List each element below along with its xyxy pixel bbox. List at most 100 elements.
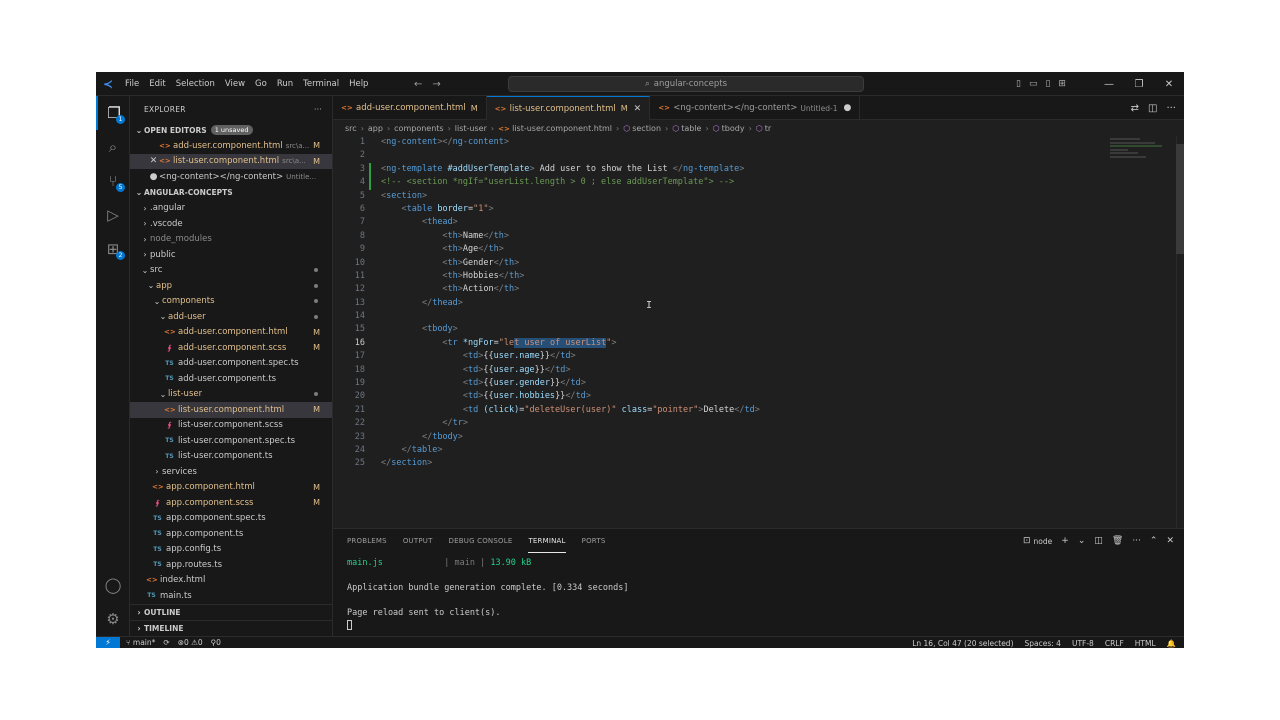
toggle-sidebar-icon[interactable]: ▯ bbox=[1016, 79, 1021, 89]
git-branch[interactable]: ⑂ main* bbox=[126, 638, 155, 647]
breadcrumb-item[interactable]: components bbox=[394, 124, 443, 133]
close-panel-icon[interactable]: ✕ bbox=[1166, 536, 1174, 546]
folder-item[interactable]: ⌄ add-user bbox=[130, 309, 332, 325]
file-item[interactable]: TS list-user.component.spec.ts bbox=[130, 433, 332, 449]
folder-item[interactable]: ⌄ components bbox=[130, 294, 332, 310]
menu-selection[interactable]: Selection bbox=[171, 72, 220, 96]
forward-arrow-icon[interactable]: → bbox=[432, 79, 440, 90]
minimap[interactable] bbox=[1110, 138, 1170, 168]
breadcrumb-item[interactable]: ⬡ tr bbox=[756, 124, 771, 133]
menu-terminal[interactable]: Terminal bbox=[298, 72, 344, 96]
terminal-output[interactable]: main.js | main | 13.90 kB Application bu… bbox=[333, 553, 1184, 636]
folder-item[interactable]: ⌄ list-user bbox=[130, 387, 332, 403]
indentation[interactable]: Spaces: 4 bbox=[1025, 639, 1061, 648]
toggle-panel-icon[interactable]: ▭ bbox=[1029, 79, 1038, 89]
ports-indicator[interactable]: ⚲0 bbox=[211, 638, 221, 647]
open-editors-section[interactable]: ⌄ OPEN EDITORS 1 unsaved bbox=[130, 122, 332, 138]
close-window-button[interactable]: ✕ bbox=[1154, 72, 1184, 96]
restore-button[interactable]: ❐ bbox=[1124, 72, 1154, 96]
file-item[interactable]: TS list-user.component.ts bbox=[130, 449, 332, 465]
file-item[interactable]: ∮ list-user.component.scss bbox=[130, 418, 332, 434]
editor-tab[interactable]: <> list-user.component.html M ✕ bbox=[486, 96, 651, 120]
file-item[interactable]: TS main.ts bbox=[130, 588, 332, 604]
run-debug-icon[interactable]: ▷ bbox=[96, 198, 130, 232]
project-section[interactable]: ⌄ ANGULAR-CONCEPTS bbox=[130, 185, 332, 201]
file-item[interactable]: <> app.component.html M bbox=[130, 480, 332, 496]
split-editor-icon[interactable]: ◫ bbox=[1148, 103, 1157, 114]
search-activity-icon[interactable]: ⌕ bbox=[96, 130, 130, 164]
panel-tab-terminal[interactable]: TERMINAL bbox=[528, 529, 566, 553]
cursor-position[interactable]: Ln 16, Col 47 (20 selected) bbox=[912, 639, 1013, 648]
menu-go[interactable]: Go bbox=[250, 72, 272, 96]
folder-item[interactable]: › .angular bbox=[130, 201, 332, 217]
back-arrow-icon[interactable]: ← bbox=[414, 79, 422, 90]
menu-help[interactable]: Help bbox=[344, 72, 373, 96]
extensions-icon[interactable]: ⊞ 2 bbox=[96, 232, 130, 266]
folder-item[interactable]: › node_modules bbox=[130, 232, 332, 248]
minimize-button[interactable]: — bbox=[1094, 72, 1124, 96]
file-item[interactable]: <> add-user.component.html M bbox=[130, 325, 332, 341]
command-center-search[interactable]: ⌕ angular-concepts bbox=[508, 76, 864, 92]
panel-tab-output[interactable]: OUTPUT bbox=[403, 529, 433, 553]
open-editor-item[interactable]: <> add-user.component.html src\a... M bbox=[130, 138, 332, 154]
editor-tab[interactable]: <> <ng-content></ng-content> Untitled-1 ● bbox=[650, 96, 861, 120]
notifications-bell-icon[interactable]: 🔔 bbox=[1167, 639, 1176, 648]
customize-layout-icon[interactable]: ⊞ bbox=[1058, 79, 1066, 89]
remote-indicator-icon[interactable]: ⚡ bbox=[96, 636, 120, 648]
new-terminal-icon[interactable]: + bbox=[1061, 536, 1069, 546]
sync-icon[interactable]: ⟳ bbox=[163, 638, 169, 647]
file-item[interactable]: ∮ app.component.scss M bbox=[130, 495, 332, 511]
file-item[interactable]: TS add-user.component.ts bbox=[130, 371, 332, 387]
terminal-dropdown-icon[interactable]: ⌄ bbox=[1078, 536, 1086, 546]
breadcrumb-item[interactable]: ⬡ section bbox=[623, 124, 661, 133]
editor-scrollbar[interactable] bbox=[1176, 136, 1184, 528]
open-editor-item[interactable]: ✕ <> list-user.component.html src\a... M bbox=[130, 153, 332, 169]
breadcrumb-item[interactable]: src bbox=[345, 124, 357, 133]
file-item[interactable]: TS add-user.component.spec.ts bbox=[130, 356, 332, 372]
manage-gear-icon[interactable]: ⚙ bbox=[96, 602, 130, 636]
kill-terminal-icon[interactable]: 🗑 bbox=[1112, 536, 1123, 546]
file-item[interactable]: TS app.routes.ts bbox=[130, 557, 332, 573]
folder-item[interactable]: ⌄ app bbox=[130, 278, 332, 294]
menu-run[interactable]: Run bbox=[272, 72, 298, 96]
maximize-panel-icon[interactable]: ⌃ bbox=[1150, 536, 1158, 546]
terminal-instance-icon[interactable]: ⊡ bbox=[1023, 536, 1031, 546]
editor-scroll-thumb[interactable] bbox=[1176, 144, 1184, 254]
terminal-instance-name[interactable]: node bbox=[1034, 537, 1053, 546]
open-editor-item[interactable]: ● <ng-content></ng-content> Untitle... bbox=[130, 169, 332, 185]
folder-item[interactable]: › services bbox=[130, 464, 332, 480]
timeline-section[interactable]: › TIMELINE bbox=[130, 620, 332, 636]
folder-item[interactable]: ⌄ src bbox=[130, 263, 332, 279]
editor-tab[interactable]: <> add-user.component.html M bbox=[333, 96, 487, 120]
encoding[interactable]: UTF-8 bbox=[1072, 639, 1094, 648]
breadcrumb-item[interactable]: <> list-user.component.html bbox=[498, 124, 612, 133]
more-actions-icon[interactable]: ··· bbox=[1166, 103, 1176, 114]
problems-indicator[interactable]: ⊗0 ⚠0 bbox=[178, 638, 203, 647]
compare-changes-icon[interactable]: ⇄ bbox=[1131, 103, 1139, 114]
file-item[interactable]: TS app.component.spec.ts bbox=[130, 511, 332, 527]
panel-tab-debug-console[interactable]: DEBUG CONSOLE bbox=[449, 529, 513, 553]
file-item[interactable]: TS app.component.ts bbox=[130, 526, 332, 542]
code-editor[interactable]: 1 <ng-content></ng-content> 2 3 <ng-template… bbox=[333, 136, 1184, 528]
file-item[interactable]: <> list-user.component.html M bbox=[130, 402, 332, 418]
close-editor-icon[interactable]: ✕ bbox=[148, 156, 159, 166]
file-item[interactable]: <> index.html bbox=[130, 573, 332, 589]
line-endings[interactable]: CRLF bbox=[1105, 639, 1124, 648]
menu-file[interactable]: File bbox=[120, 72, 144, 96]
close-tab-icon[interactable]: ✕ bbox=[634, 104, 642, 114]
folder-item[interactable]: › .vscode bbox=[130, 216, 332, 232]
menu-edit[interactable]: Edit bbox=[144, 72, 170, 96]
panel-more-icon[interactable]: ··· bbox=[1132, 536, 1141, 546]
file-item[interactable]: ∮ add-user.component.scss M bbox=[130, 340, 332, 356]
language-mode[interactable]: HTML bbox=[1135, 639, 1156, 648]
folder-item[interactable]: › public bbox=[130, 247, 332, 263]
file-item[interactable]: TS app.config.ts bbox=[130, 542, 332, 558]
panel-tab-problems[interactable]: PROBLEMS bbox=[347, 529, 387, 553]
explorer-icon[interactable]: ❐ 1 bbox=[96, 96, 130, 130]
breadcrumb-item[interactable]: ⬡ table bbox=[672, 124, 701, 133]
menu-view[interactable]: View bbox=[220, 72, 250, 96]
explorer-more-actions-icon[interactable]: ··· bbox=[314, 105, 322, 114]
breadcrumb-item[interactable]: list-user bbox=[455, 124, 487, 133]
split-terminal-icon[interactable]: ◫ bbox=[1094, 536, 1103, 546]
panel-tab-ports[interactable]: PORTS bbox=[582, 529, 606, 553]
